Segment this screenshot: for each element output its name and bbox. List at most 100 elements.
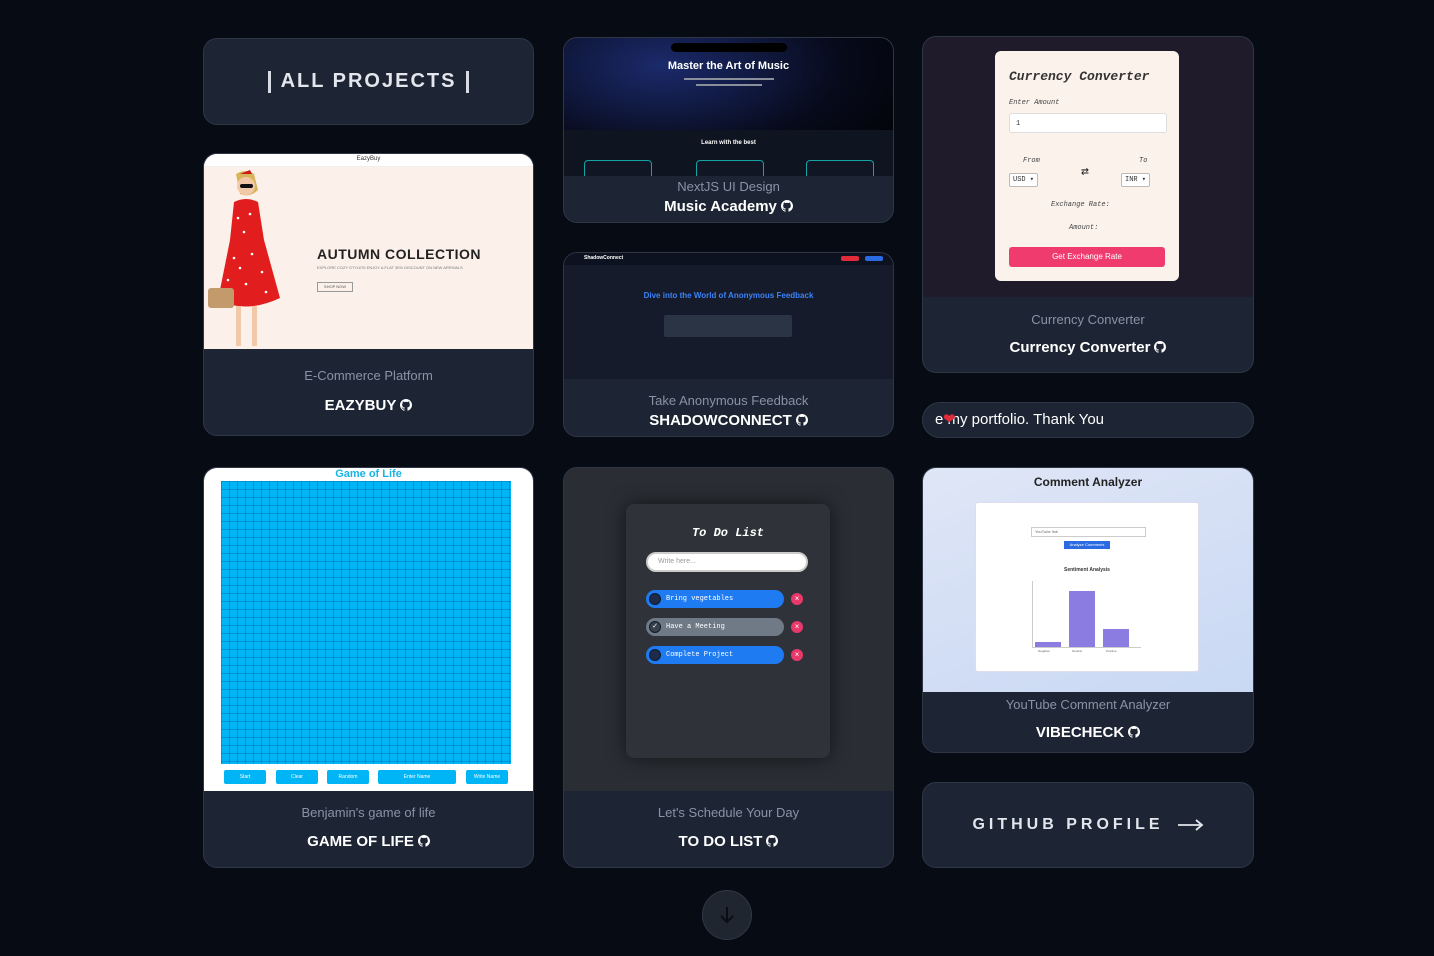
github-icon[interactable]: [1154, 341, 1167, 353]
preview-analyze-button: Analyze Comments: [1064, 541, 1110, 549]
from-currency-value: USD: [1013, 176, 1026, 184]
github-icon[interactable]: [780, 200, 793, 212]
project-title-text: GAME OF LIFE: [307, 833, 414, 850]
delete-icon: ×: [791, 593, 803, 605]
preview-nav-button: [865, 256, 883, 261]
preview-navbar: [671, 43, 787, 52]
project-title-text: EAZYBUY: [324, 397, 397, 414]
project-card-shadowconnect[interactable]: ShadowConnect Dive into the World of Ano…: [563, 252, 894, 437]
scroll-down-button[interactable]: [702, 890, 752, 940]
check-icon: ✓: [649, 621, 661, 633]
preview-description: EXPLORE COZY STYLES! ENJOY A FLAT 30% DI…: [317, 265, 463, 270]
project-card-currency-converter[interactable]: Currency Converter Enter Amount 1 From T…: [922, 36, 1254, 373]
preview-frame: YouTube link Analyze Comments Sentiment …: [975, 502, 1199, 672]
divider-right: [466, 70, 470, 93]
delete-icon: ×: [791, 621, 803, 633]
project-info: YouTube Comment Analyzer VIBECHECK: [923, 697, 1253, 741]
project-preview: To Do List Write here... Bring vegetable…: [564, 468, 893, 791]
heart-icon: ❤: [943, 411, 956, 428]
project-subtitle: E-Commerce Platform: [304, 368, 433, 383]
project-info: Benjamin's game of life GAME OF LIFE: [204, 805, 533, 850]
amount-label: Amount:: [1069, 224, 1099, 232]
project-title: TO DO LIST: [564, 833, 893, 850]
project-subtitle: Benjamin's game of life: [301, 805, 436, 820]
github-icon[interactable]: [795, 414, 808, 426]
github-icon[interactable]: [766, 835, 779, 847]
project-info: NextJS UI Design Music Academy: [564, 179, 893, 215]
arrow-down-icon: [720, 907, 734, 924]
project-title: Currency Converter: [923, 339, 1253, 356]
todo-item-text: Complete Project: [666, 651, 734, 659]
todo-panel: To Do List Write here... Bring vegetable…: [626, 504, 830, 758]
todo-item: ✓ Have a Meeting: [646, 618, 784, 636]
project-subtitle: Currency Converter: [1031, 312, 1145, 327]
preview-button-write-name: Write Name: [466, 770, 508, 784]
project-preview: ShadowConnect Dive into the World of Ano…: [564, 253, 893, 379]
all-projects-card[interactable]: ALL PROJECTS: [203, 38, 534, 125]
chart-bar-neutral: [1069, 591, 1095, 647]
preview-text-line: [696, 84, 762, 86]
preview-nav-button: [841, 256, 859, 261]
from-currency-select: USD ▾: [1009, 173, 1039, 187]
preview-button-clear: Clear: [276, 770, 318, 784]
project-card-todo-list[interactable]: To Do List Write here... Bring vegetable…: [563, 467, 894, 868]
preview-name-input: Enter Name: [378, 770, 456, 784]
github-icon[interactable]: [400, 399, 413, 411]
project-card-vibecheck[interactable]: Comment Analyzer YouTube link Analyze Co…: [922, 467, 1254, 753]
preview-grid: [221, 481, 511, 764]
todo-heading: To Do List: [691, 526, 764, 540]
thank-you-marquee: e my portfolio. Thank You ❤: [922, 402, 1254, 438]
preview-brand: EazyBuy: [356, 156, 381, 162]
preview-button-random: Random: [327, 770, 369, 784]
github-profile-button[interactable]: GITHUB PROFILE: [922, 782, 1254, 868]
chart-label-neutral: Neutral: [1072, 649, 1082, 653]
project-info: Currency Converter Currency Converter: [923, 312, 1253, 356]
all-projects-label: ALL PROJECTS: [280, 70, 457, 92]
chart-bar-positive: [1103, 629, 1129, 647]
preview-chart-title: Sentiment Analysis: [1064, 567, 1110, 573]
preview-logo: ShadowConnect: [584, 255, 624, 261]
project-title-text: Music Academy: [664, 198, 777, 215]
project-card-music-academy[interactable]: Master the Art of Music Learn with the b…: [563, 37, 894, 223]
project-info: E-Commerce Platform EAZYBUY: [204, 368, 533, 414]
project-subtitle: YouTube Comment Analyzer: [1005, 697, 1171, 712]
github-icon[interactable]: [1128, 726, 1141, 738]
project-preview: Master the Art of Music Learn with the b…: [564, 38, 893, 176]
project-card-game-of-life[interactable]: Game of Life Start Clear Random Enter Na…: [203, 467, 534, 868]
todo-item: Complete Project: [646, 646, 784, 664]
project-card-eazybuy[interactable]: EazyBuy AUTUMN COLLECTION EXPLORE COZY S…: [203, 153, 534, 436]
project-title-text: VIBECHECK: [1035, 724, 1125, 741]
project-subtitle: Take Anonymous Feedback: [648, 393, 809, 408]
project-title-text: SHADOWCONNECT: [649, 412, 792, 429]
to-label: To: [1139, 157, 1148, 165]
preview-heading: Comment Analyzer: [1033, 475, 1143, 489]
project-title: SHADOWCONNECT: [564, 412, 893, 429]
get-exchange-rate-button: Get Exchange Rate: [1009, 247, 1165, 267]
enter-amount-label: Enter Amount: [1009, 99, 1060, 107]
swap-icon: ⇄: [1081, 164, 1089, 179]
marquee-text: e my portfolio. Thank You: [935, 411, 1104, 428]
preview-message-box: [664, 315, 792, 337]
github-icon[interactable]: [417, 835, 430, 847]
todo-input: Write here...: [646, 552, 808, 572]
project-preview: Comment Analyzer YouTube link Analyze Co…: [923, 468, 1253, 692]
project-info: Take Anonymous Feedback SHADOWCONNECT: [564, 393, 893, 429]
preview-link-input: YouTube link: [1031, 527, 1146, 537]
exchange-rate-label: Exchange Rate:: [1051, 201, 1110, 209]
preview-shop-button: SHOP NOW: [317, 282, 353, 292]
todo-item-text: Bring vegetables: [666, 595, 734, 603]
project-title: EAZYBUY: [204, 397, 533, 414]
preview-heading: AUTUMN COLLECTION: [317, 246, 482, 262]
from-label: From: [1023, 157, 1040, 165]
model-image: [208, 170, 280, 346]
project-title: GAME OF LIFE: [204, 833, 533, 850]
project-title-text: Currency Converter: [1009, 339, 1151, 356]
chart-label-positive: Positive: [1106, 649, 1117, 653]
preview-section-title: Learn with the best: [701, 140, 756, 146]
project-preview: EazyBuy AUTUMN COLLECTION EXPLORE COZY S…: [204, 154, 533, 349]
project-subtitle: Let's Schedule Your Day: [657, 805, 800, 820]
todo-item-text: Have a Meeting: [666, 623, 725, 631]
preview-course-card: [806, 160, 874, 176]
checkbox-icon: [649, 649, 661, 661]
to-currency-select: INR ▾: [1121, 173, 1151, 187]
